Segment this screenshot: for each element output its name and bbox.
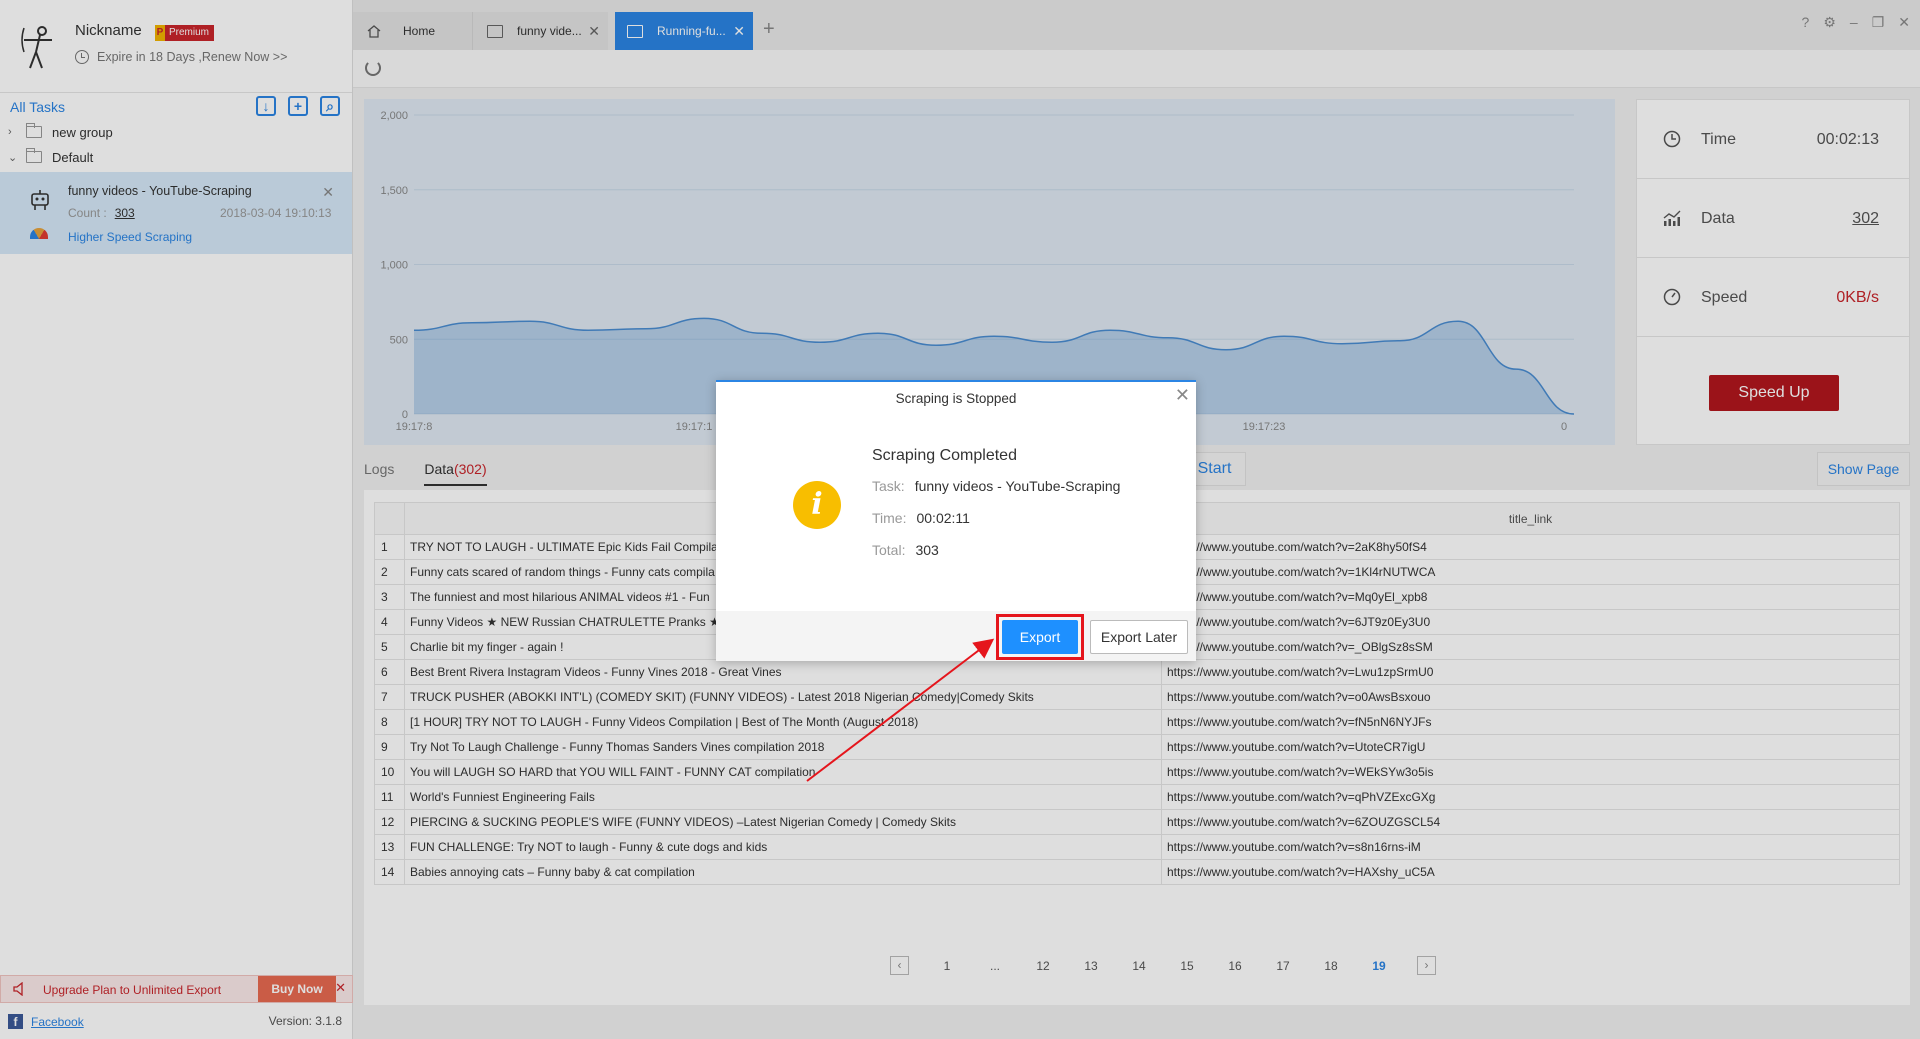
export-later-button[interactable]: Export Later [1090,620,1188,654]
total-value: 303 [915,542,939,558]
scraping-stopped-dialog: Scraping is Stopped ✕ i Scraping Complet… [716,380,1196,661]
info-icon: i [793,481,841,529]
time-key: Time: [872,510,907,526]
dialog-task: Task: funny videos - YouTube-Scraping [872,478,1120,494]
total-key: Total: [872,542,906,558]
export-button[interactable]: Export [1002,620,1078,654]
dialog-footer: Export Export Later [716,611,1196,661]
task-value: funny videos - YouTube-Scraping [914,478,1121,494]
close-icon[interactable]: ✕ [1175,385,1190,406]
time-value: 00:02:11 [916,510,970,526]
dialog-time: Time: 00:02:11 [872,510,970,526]
dialog-heading: Scraping Completed [872,447,1017,464]
dialog-total: Total: 303 [872,542,939,558]
dialog-title: Scraping is Stopped [895,391,1017,406]
task-key: Task: [872,478,905,494]
